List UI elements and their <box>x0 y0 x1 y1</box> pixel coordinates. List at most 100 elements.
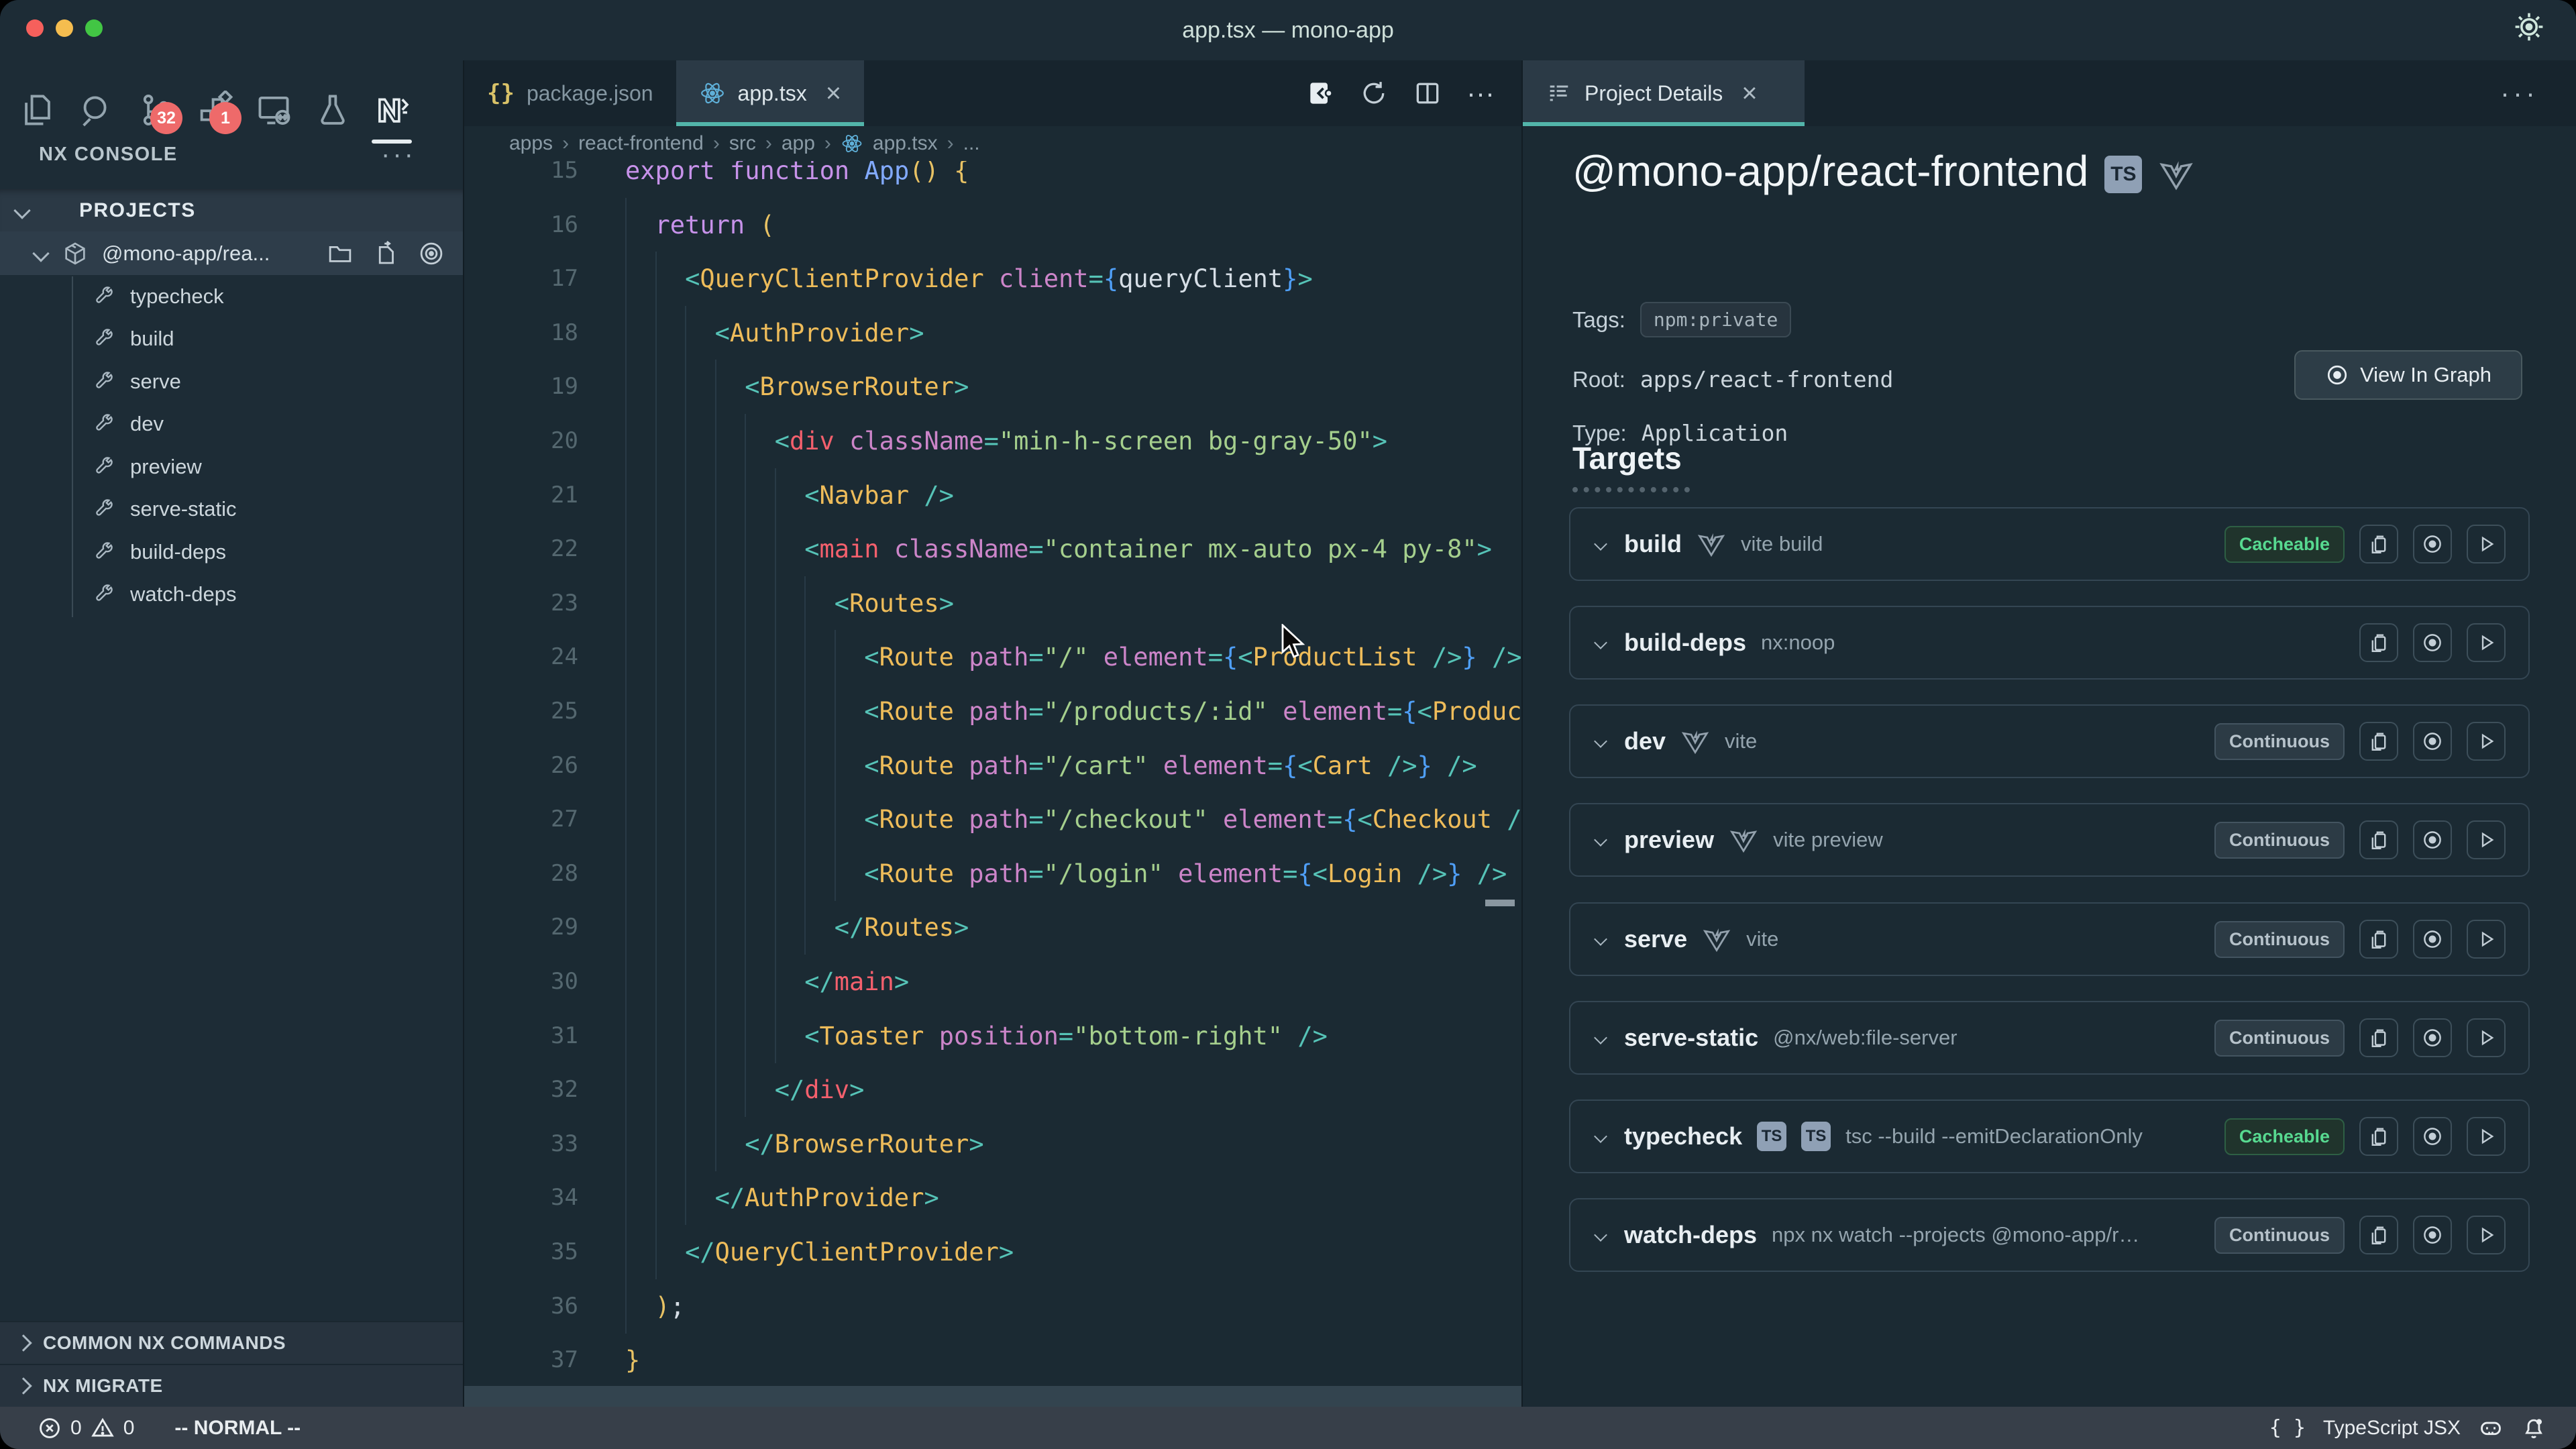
breadcrumb-item[interactable]: react-frontend <box>578 132 704 155</box>
graph-target-icon[interactable] <box>417 239 445 268</box>
run-target-button[interactable] <box>2467 920 2506 959</box>
section-nx-migrate[interactable]: NX MIGRATE <box>0 1364 463 1407</box>
goto-file-icon[interactable] <box>372 239 400 268</box>
indent-guide <box>625 955 627 1009</box>
split-editor-icon[interactable] <box>1413 78 1442 108</box>
indent-guide <box>625 306 627 360</box>
chevron-down-icon[interactable] <box>1594 1031 1607 1044</box>
open-to-side-icon[interactable] <box>1305 78 1335 108</box>
view-in-graph-button[interactable] <box>2413 623 2452 662</box>
chevron-down-icon[interactable] <box>1594 1130 1607 1143</box>
line-number: 22 <box>464 522 578 576</box>
view-in-graph-button[interactable]: View In Graph <box>2294 350 2522 400</box>
target-card-build-deps[interactable]: build-depsnx:noop <box>1569 606 2530 680</box>
run-target-button[interactable] <box>2467 722 2506 761</box>
line-number: 26 <box>464 739 578 793</box>
run-target-button[interactable] <box>2467 1117 2506 1156</box>
breadcrumb-item[interactable]: ... <box>963 132 980 155</box>
target-card-build[interactable]: buildvite buildCacheable <box>1569 507 2530 581</box>
breadcrumb-item[interactable]: apps <box>509 132 553 155</box>
refresh-icon[interactable] <box>1359 78 1389 108</box>
activity-badge: 32 <box>150 102 182 134</box>
chevron-down-icon[interactable] <box>1594 1228 1607 1242</box>
code-editor[interactable]: 15export function App() {16return (17<Qu… <box>464 161 1521 1386</box>
chevron-down-icon[interactable] <box>1594 636 1607 649</box>
section-common-nx-commands[interactable]: COMMON NX COMMANDS <box>0 1321 463 1364</box>
copy-button[interactable] <box>2359 1216 2398 1254</box>
breadcrumb-item[interactable]: src <box>729 132 756 155</box>
copy-button[interactable] <box>2359 920 2398 959</box>
more-actions-icon[interactable]: ··· <box>1466 77 1495 109</box>
target-card-serve-static[interactable]: serve-static@nx/web:file-serverContinuou… <box>1569 1001 2530 1075</box>
view-in-graph-button[interactable] <box>2413 1018 2452 1057</box>
projects-section-header[interactable]: PROJECTS <box>0 189 463 231</box>
target-card-typecheck[interactable]: typecheckTSTStsc --build --emitDeclarati… <box>1569 1099 2530 1173</box>
line-number: 20 <box>464 414 578 468</box>
sidebar-task-serve[interactable]: serve <box>0 360 463 403</box>
sidebar-task-serve-static[interactable]: serve-static <box>0 488 463 531</box>
indent-guide <box>835 739 836 793</box>
more-actions-icon[interactable]: ··· <box>2500 60 2576 126</box>
warning-count[interactable]: 0 <box>123 1417 135 1440</box>
sidebar-task-watch-deps[interactable]: watch-deps <box>0 574 463 616</box>
copy-button[interactable] <box>2359 525 2398 564</box>
view-in-graph-button[interactable] <box>2413 525 2452 564</box>
sidebar-project-row[interactable]: @mono-app/rea... <box>0 231 463 275</box>
close-icon[interactable]: × <box>826 78 841 109</box>
line-number: 29 <box>464 900 578 955</box>
horizontal-scrollbar[interactable] <box>464 1386 1521 1407</box>
target-badge: Continuous <box>2214 1020 2345 1057</box>
close-icon[interactable]: × <box>1741 78 1757 109</box>
copy-button[interactable] <box>2359 1117 2398 1156</box>
target-card-watch-deps[interactable]: watch-depsnpx nx watch --projects @mono-… <box>1569 1198 2530 1272</box>
indent-guide <box>685 955 686 1009</box>
chevron-down-icon[interactable] <box>1594 537 1607 551</box>
view-in-graph-button[interactable] <box>2413 920 2452 959</box>
chevron-down-icon[interactable] <box>1594 833 1607 847</box>
copilot-icon[interactable] <box>2478 1415 2504 1441</box>
copy-button[interactable] <box>2359 623 2398 662</box>
sidebar-task-typecheck[interactable]: typecheck <box>0 275 463 318</box>
wrench-icon <box>93 498 115 521</box>
copy-button[interactable] <box>2359 722 2398 761</box>
copy-button[interactable] <box>2359 1018 2398 1057</box>
copy-button[interactable] <box>2359 820 2398 859</box>
run-target-button[interactable] <box>2467 1216 2506 1254</box>
list-details-icon <box>1546 80 1572 107</box>
target-card-dev[interactable]: devviteContinuous <box>1569 704 2530 778</box>
sidebar-task-preview[interactable]: preview <box>0 445 463 488</box>
chevron-down-icon[interactable] <box>1594 735 1607 748</box>
folder-icon[interactable] <box>326 239 354 268</box>
overview-ruler-cursor-marker <box>1485 900 1515 906</box>
run-target-button[interactable] <box>2467 820 2506 859</box>
view-in-graph-button[interactable] <box>2413 820 2452 859</box>
sidebar-task-build-deps[interactable]: build-deps <box>0 531 463 574</box>
view-in-graph-button[interactable] <box>2413 1117 2452 1156</box>
wrench-icon <box>93 455 115 478</box>
run-target-button[interactable] <box>2467 1018 2506 1057</box>
target-card-serve[interactable]: serveviteContinuous <box>1569 902 2530 976</box>
view-in-graph-button[interactable] <box>2413 1216 2452 1254</box>
indent-guide <box>625 468 627 523</box>
target-badge: Continuous <box>2214 921 2345 958</box>
error-count[interactable]: 0 <box>70 1417 82 1440</box>
target-card-preview[interactable]: previewvite previewContinuous <box>1569 803 2530 877</box>
warnings-icon[interactable] <box>90 1415 115 1441</box>
tab-app.tsx[interactable]: app.tsx× <box>676 60 865 126</box>
view-in-graph-button[interactable] <box>2413 722 2452 761</box>
sidebar-task-build[interactable]: build <box>0 318 463 361</box>
chevron-down-icon[interactable] <box>1594 932 1607 946</box>
errors-icon[interactable] <box>37 1415 62 1441</box>
more-actions-icon[interactable]: ··· <box>381 140 416 170</box>
tab-project-details[interactable]: Project Details × <box>1523 60 1805 126</box>
run-target-button[interactable] <box>2467 525 2506 564</box>
notifications-bell-icon[interactable] <box>2521 1415 2546 1441</box>
run-target-button[interactable] <box>2467 623 2506 662</box>
sidebar-task-dev[interactable]: dev <box>0 403 463 446</box>
tab-package.json[interactable]: {}package.json <box>464 60 676 126</box>
language-mode[interactable]: TypeScript JSX <box>2323 1417 2461 1440</box>
breadcrumb-item[interactable]: app.tsx <box>873 132 938 155</box>
code-line: 27<Route path="/checkout" element={<Chec… <box>464 792 1521 847</box>
settings-gear-icon[interactable] <box>2513 11 2545 43</box>
breadcrumb-item[interactable]: app <box>782 132 815 155</box>
